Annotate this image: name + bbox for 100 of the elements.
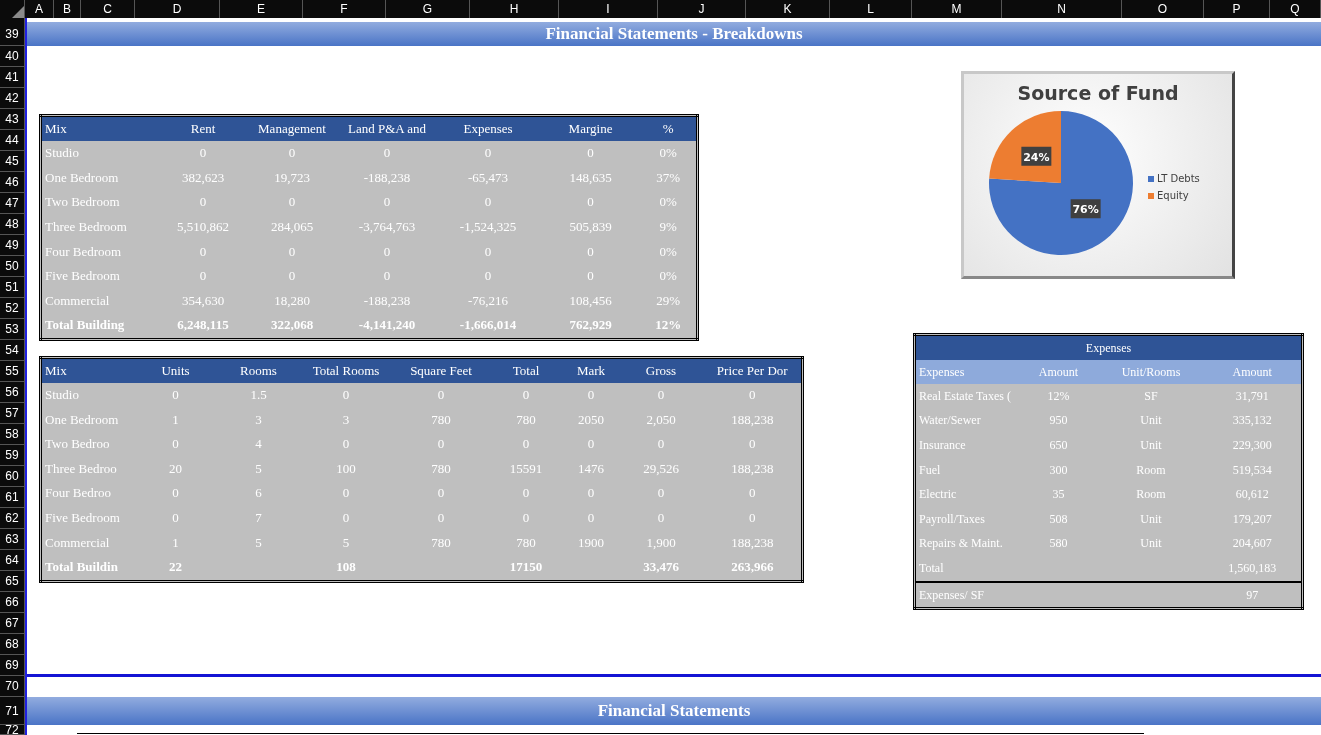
table-cell: Two Bedroom xyxy=(40,190,161,215)
row-number[interactable]: 56 xyxy=(0,382,24,403)
row-number[interactable]: 71 xyxy=(0,697,24,725)
table-cell: Unit xyxy=(1098,408,1204,434)
table-cell: 1900 xyxy=(563,530,619,555)
table-cell: Commercial xyxy=(40,530,133,555)
table-cell: -65,473 xyxy=(435,165,541,191)
column-letter[interactable]: D xyxy=(135,0,220,18)
legend-label: Equity xyxy=(1157,190,1189,201)
row-number[interactable]: 53 xyxy=(0,319,24,340)
row-number[interactable]: 55 xyxy=(0,361,24,382)
row-number[interactable]: 40 xyxy=(0,46,24,67)
column-letter[interactable]: N xyxy=(1002,0,1122,18)
table-cell: 20 xyxy=(132,456,219,482)
table-cell: 108 xyxy=(298,554,394,581)
table-cell: 780 xyxy=(488,407,564,432)
table-cell: 780 xyxy=(393,530,489,555)
table-cell: Two Bedroo xyxy=(40,431,133,457)
table-cell: Expenses/ SF xyxy=(914,581,1019,609)
row-number[interactable]: 41 xyxy=(0,67,24,88)
column-header: Mix xyxy=(40,357,133,383)
table-cell: 108,456 xyxy=(540,288,641,314)
row-number[interactable]: 72 xyxy=(0,725,24,735)
row-number[interactable]: 70 xyxy=(0,676,24,697)
table-cell: 0 xyxy=(132,481,219,506)
table-cell: 0% xyxy=(640,141,698,166)
row-number[interactable]: 62 xyxy=(0,508,24,529)
column-letter[interactable]: P xyxy=(1204,0,1270,18)
column-letter[interactable]: E xyxy=(220,0,303,18)
table-cell: 0 xyxy=(540,190,641,215)
column-letter[interactable]: H xyxy=(470,0,559,18)
row-number[interactable]: 47 xyxy=(0,193,24,214)
table-cell: 0 xyxy=(703,382,803,408)
table-cell: 322,068 xyxy=(245,313,339,340)
column-letter[interactable]: L xyxy=(830,0,912,18)
table-title: Expenses xyxy=(914,334,1303,360)
column-letter[interactable]: K xyxy=(746,0,830,18)
row-number[interactable]: 49 xyxy=(0,235,24,256)
row-number[interactable]: 43 xyxy=(0,109,24,130)
table-cell: 0 xyxy=(703,431,803,457)
column-letter[interactable]: M xyxy=(912,0,1002,18)
column-letter[interactable]: B xyxy=(54,0,81,18)
row-number[interactable]: 66 xyxy=(0,592,24,613)
table-cell: 17150 xyxy=(488,554,564,581)
table-cell: 650 xyxy=(1018,433,1099,458)
table-cell: 1.5 xyxy=(218,382,299,408)
row-number[interactable]: 45 xyxy=(0,151,24,172)
column-header: Rooms xyxy=(218,357,299,383)
table-cell: 2050 xyxy=(563,407,619,432)
row-number[interactable]: 44 xyxy=(0,130,24,151)
row-number[interactable]: 52 xyxy=(0,298,24,319)
row-number[interactable]: 59 xyxy=(0,445,24,466)
table-cell: 1 xyxy=(132,407,219,432)
column-letter[interactable]: F xyxy=(303,0,386,18)
column-letter[interactable]: C xyxy=(81,0,135,18)
table-cell: 7 xyxy=(218,505,299,531)
row-number[interactable]: 68 xyxy=(0,634,24,655)
table-cell: 1 xyxy=(132,530,219,555)
column-header: Price Per Dor xyxy=(703,357,803,383)
row-number[interactable]: 58 xyxy=(0,424,24,445)
table-cell: 0 xyxy=(703,505,803,531)
table-cell: 354,630 xyxy=(160,288,246,314)
row-number[interactable]: 64 xyxy=(0,550,24,571)
column-letter[interactable]: A xyxy=(25,0,54,18)
row-number[interactable]: 39 xyxy=(0,22,24,46)
row-number[interactable]: 63 xyxy=(0,529,24,550)
column-letter[interactable]: I xyxy=(559,0,658,18)
table-cell: Total Buildin xyxy=(40,554,133,581)
row-number[interactable]: 50 xyxy=(0,256,24,277)
row-number[interactable]: 54 xyxy=(0,340,24,361)
row-number[interactable]: 46 xyxy=(0,172,24,193)
table-cell: 2,050 xyxy=(618,407,704,432)
table-cell: 188,238 xyxy=(703,407,803,432)
table-cell: 780 xyxy=(393,407,489,432)
row-number[interactable]: 57 xyxy=(0,403,24,424)
row-number[interactable]: 51 xyxy=(0,277,24,298)
chart-title: Source of Fund xyxy=(1016,82,1180,104)
table-cell: Three Bedroom xyxy=(40,214,161,240)
column-letter[interactable]: G xyxy=(386,0,470,18)
table-cell: 263,966 xyxy=(703,554,803,581)
column-letter[interactable]: J xyxy=(658,0,746,18)
row-number[interactable]: 69 xyxy=(0,655,24,676)
column-letter[interactable]: Q xyxy=(1270,0,1321,18)
table-cell: 6,248,115 xyxy=(160,313,246,340)
table-cell: 335,132 xyxy=(1203,408,1303,434)
table-cell: Unit xyxy=(1098,506,1204,532)
table-cell: Three Bedroo xyxy=(40,456,133,482)
row-number[interactable]: 42 xyxy=(0,88,24,109)
row-number[interactable]: 61 xyxy=(0,487,24,508)
row-number[interactable]: 48 xyxy=(0,214,24,235)
row-number[interactable]: 65 xyxy=(0,571,24,592)
table-cell: 0 xyxy=(703,481,803,506)
row-number[interactable]: 60 xyxy=(0,466,24,487)
column-letter[interactable]: O xyxy=(1122,0,1204,18)
table-cell: Five Bedroom xyxy=(40,263,161,289)
table-cell: -1,666,014 xyxy=(435,313,541,340)
table-cell: Room xyxy=(1098,457,1204,483)
table-cell: Studio xyxy=(40,382,133,408)
row-number[interactable]: 67 xyxy=(0,613,24,634)
table-cell: 950 xyxy=(1018,408,1099,434)
